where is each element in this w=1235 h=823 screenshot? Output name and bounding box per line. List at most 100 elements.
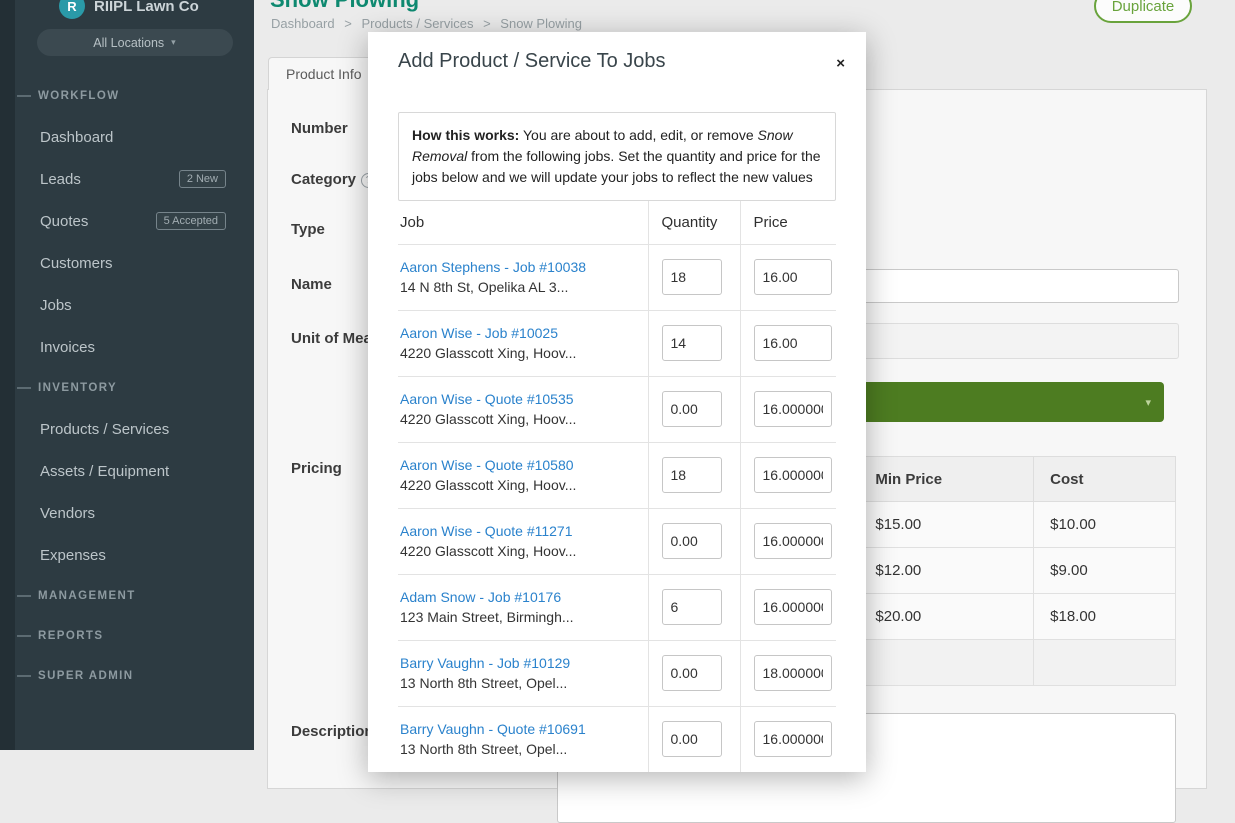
sidebar-item-invoices[interactable]: Invoices [15, 326, 254, 368]
location-selector-label: All Locations [93, 36, 164, 50]
section-title: WORKFLOW [38, 90, 119, 102]
job-address: 14 N 8th St, Opelika AL 3... [400, 279, 642, 295]
job-row: Barry Vaughn - Job #10129 13 North 8th S… [398, 640, 836, 706]
breadcrumb: Dashboard > Products / Services > Snow P… [271, 16, 588, 31]
job-address: 4220 Glasscott Xing, Hoov... [400, 411, 642, 427]
job-link[interactable]: Aaron Wise - Job #10025 [400, 325, 642, 341]
sidebar-item-assets-equipment[interactable]: Assets / Equipment [15, 450, 254, 492]
modal-title: Add Product / Service To Jobs [398, 48, 836, 74]
category-label-text: Category [291, 171, 356, 188]
job-address: 13 North 8th Street, Opel... [400, 741, 642, 757]
job-address: 4220 Glasscott Xing, Hoov... [400, 543, 642, 559]
price-input[interactable] [754, 325, 832, 361]
breadcrumb-separator: > [344, 16, 352, 31]
sidebar-item-expenses[interactable]: Expenses [15, 534, 254, 576]
job-address: 13 North 8th Street, Opel... [400, 675, 642, 691]
job-row: Barry Vaughn - Quote #10691 13 North 8th… [398, 706, 836, 772]
job-link[interactable]: Barry Vaughn - Quote #10691 [400, 721, 642, 737]
quantity-input[interactable] [662, 655, 722, 691]
sidebar-item-label: Invoices [40, 339, 95, 356]
price-input[interactable] [754, 259, 832, 295]
job-link[interactable]: Aaron Wise - Quote #10535 [400, 391, 642, 407]
price-input[interactable] [754, 523, 832, 559]
cost-value: $18.00 [1034, 594, 1176, 640]
job-link[interactable]: Aaron Wise - Quote #11271 [400, 523, 642, 539]
tab-product-info[interactable]: Product Info [268, 57, 380, 90]
pricing-label: Pricing [291, 460, 342, 477]
min-price-value: $12.00 [859, 548, 1034, 594]
sidebar-item-quotes[interactable]: Quotes 5 Accepted [15, 200, 254, 242]
sidebar-item-products-services[interactable]: Products / Services [15, 408, 254, 450]
pricing-header-cost: Cost [1034, 457, 1176, 502]
quotes-badge: 5 Accepted [156, 212, 226, 230]
page-title: Snow Plowing [270, 0, 419, 13]
price-input[interactable] [754, 457, 832, 493]
collapse-dash-icon [17, 95, 31, 97]
section-header-management[interactable]: MANAGEMENT [15, 576, 254, 616]
section-title: REPORTS [38, 630, 103, 642]
name-label: Name [291, 276, 332, 293]
breadcrumb-products-services[interactable]: Products / Services [361, 16, 473, 31]
duplicate-button[interactable]: Duplicate [1094, 0, 1192, 23]
sidebar-item-customers[interactable]: Customers [15, 242, 254, 284]
section-header-inventory: INVENTORY [15, 368, 254, 408]
price-input[interactable] [754, 655, 832, 691]
breadcrumb-current: Snow Plowing [500, 16, 582, 31]
sidebar-item-label: Customers [40, 255, 113, 272]
cost-value: $9.00 [1034, 548, 1176, 594]
section-title: INVENTORY [38, 382, 117, 394]
section-title: SUPER ADMIN [38, 670, 133, 682]
section-header-workflow: WORKFLOW [15, 76, 254, 116]
modal-header: Add Product / Service To Jobs × [368, 32, 866, 74]
quantity-input[interactable] [662, 457, 722, 493]
sidebar-edge-strip [0, 0, 15, 750]
job-row: Adam Snow - Job #10176 123 Main Street, … [398, 574, 836, 640]
jobs-header-job: Job [398, 201, 648, 244]
quantity-input[interactable] [662, 721, 722, 757]
sidebar-item-label: Jobs [40, 297, 72, 314]
job-link[interactable]: Aaron Stephens - Job #10038 [400, 259, 642, 275]
sidebar-item-vendors[interactable]: Vendors [15, 492, 254, 534]
how-this-works-note: How this works: You are about to add, ed… [398, 112, 836, 201]
job-link[interactable]: Barry Vaughn - Job #10129 [400, 655, 642, 671]
sidebar-item-label: Quotes [40, 213, 88, 230]
job-link[interactable]: Aaron Wise - Quote #10580 [400, 457, 642, 473]
price-input[interactable] [754, 589, 832, 625]
collapse-dash-icon [17, 387, 31, 389]
job-link[interactable]: Adam Snow - Job #10176 [400, 589, 642, 605]
add-product-to-jobs-modal: Add Product / Service To Jobs × How this… [368, 32, 866, 772]
job-row: Aaron Wise - Quote #11271 4220 Glasscott… [398, 508, 836, 574]
section-header-reports[interactable]: REPORTS [15, 616, 254, 656]
sidebar-item-label: Dashboard [40, 129, 113, 146]
note-text: from the following jobs. Set the quantit… [412, 148, 821, 185]
sidebar-item-jobs[interactable]: Jobs [15, 284, 254, 326]
price-input[interactable] [754, 721, 832, 757]
breadcrumb-dashboard[interactable]: Dashboard [271, 16, 335, 31]
brand-name: RIIPL Lawn Co [94, 0, 199, 15]
sidebar-item-label: Expenses [40, 547, 106, 564]
quantity-input[interactable] [662, 259, 722, 295]
quantity-input[interactable] [662, 589, 722, 625]
price-input[interactable] [754, 391, 832, 427]
job-row: Aaron Stephens - Job #10038 14 N 8th St,… [398, 244, 836, 310]
section-header-super-admin[interactable]: SUPER ADMIN [15, 656, 254, 696]
section-title: MANAGEMENT [38, 590, 136, 602]
sidebar-item-dashboard[interactable]: Dashboard [15, 116, 254, 158]
quantity-input[interactable] [662, 523, 722, 559]
collapse-dash-icon [17, 595, 31, 597]
collapse-dash-icon [17, 675, 31, 677]
cost-value: $10.00 [1034, 502, 1176, 548]
min-price-value: $15.00 [859, 502, 1034, 548]
sidebar-item-label: Products / Services [40, 421, 169, 438]
brand-logo-icon: R [59, 0, 85, 19]
quantity-input[interactable] [662, 391, 722, 427]
description-label: Description [291, 723, 374, 740]
sidebar-item-label: Assets / Equipment [40, 463, 169, 480]
close-icon[interactable]: × [836, 56, 845, 71]
quantity-input[interactable] [662, 325, 722, 361]
sidebar-item-label: Vendors [40, 505, 95, 522]
job-row: Aaron Wise - Quote #10535 4220 Glasscott… [398, 376, 836, 442]
location-selector[interactable]: All Locations ▾ [37, 29, 233, 56]
chevron-down-icon: ▾ [171, 37, 176, 48]
sidebar-item-leads[interactable]: Leads 2 New [15, 158, 254, 200]
